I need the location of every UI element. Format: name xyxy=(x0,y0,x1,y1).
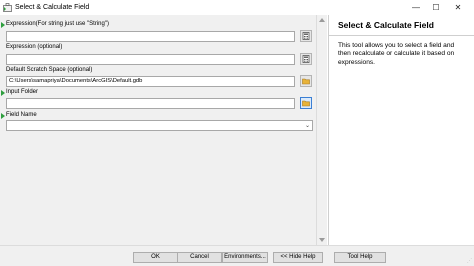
calculator-icon xyxy=(302,32,310,40)
required-marker-icon xyxy=(1,22,5,28)
expression-optional-label: Expression (optional) xyxy=(6,44,63,50)
ok-button[interactable]: OK xyxy=(133,252,178,263)
chevron-down-icon[interactable]: ⌄ xyxy=(305,122,310,130)
required-marker-icon xyxy=(1,90,5,96)
folder-icon xyxy=(302,100,310,107)
environments-button[interactable]: Environments... xyxy=(222,252,268,263)
scroll-down-icon[interactable] xyxy=(319,238,325,242)
scratch-space-field[interactable]: C:\Users\samapriya\Documents\ArcGIS\Defa… xyxy=(6,76,295,87)
expression-optional-field[interactable] xyxy=(6,54,295,65)
expression-string-field[interactable] xyxy=(6,31,295,42)
input-folder-browse-button[interactable] xyxy=(300,97,312,109)
close-button[interactable]: ✕ xyxy=(449,2,467,13)
field-name-dropdown[interactable]: ⌄ xyxy=(6,120,313,131)
minimize-button[interactable]: — xyxy=(407,2,425,13)
input-folder-label: Input Folder xyxy=(6,89,39,95)
cancel-button[interactable]: Cancel xyxy=(177,252,222,263)
button-bar: OK Cancel Environments... << Hide Help T… xyxy=(0,245,474,266)
scratch-browse-button[interactable] xyxy=(300,75,312,87)
calculator-icon xyxy=(302,55,310,63)
scratch-space-label: Default Scratch Space (optional) xyxy=(6,67,93,73)
help-panel: Select & Calculate Field This tool allow… xyxy=(328,15,474,245)
expression-builder-button[interactable] xyxy=(300,30,312,42)
scroll-up-icon[interactable] xyxy=(319,18,325,22)
resize-grip-icon[interactable]: ⋰ xyxy=(467,258,472,264)
expression-optional-builder-button[interactable] xyxy=(300,53,312,65)
help-divider xyxy=(329,35,474,36)
title-bar: Select & Calculate Field — ☐ ✕ xyxy=(0,0,474,15)
hide-help-button[interactable]: << Hide Help xyxy=(273,252,323,263)
required-marker-icon xyxy=(1,113,5,119)
parameters-panel: Expression(For string just use "String")… xyxy=(0,15,316,245)
field-name-label: Field Name xyxy=(6,112,37,118)
window-title: Select & Calculate Field xyxy=(15,4,90,11)
form-scrollbar[interactable] xyxy=(316,15,327,245)
expression-string-label: Expression(For string just use "String") xyxy=(6,21,109,27)
maximize-button[interactable]: ☐ xyxy=(427,2,445,13)
folder-icon xyxy=(302,78,310,85)
tool-help-button[interactable]: Tool Help xyxy=(334,252,386,263)
help-title: Select & Calculate Field xyxy=(338,20,434,30)
toolbox-app-icon xyxy=(3,3,12,12)
input-folder-field[interactable] xyxy=(6,98,295,109)
help-description: This tool allows you to select a field a… xyxy=(338,42,455,66)
